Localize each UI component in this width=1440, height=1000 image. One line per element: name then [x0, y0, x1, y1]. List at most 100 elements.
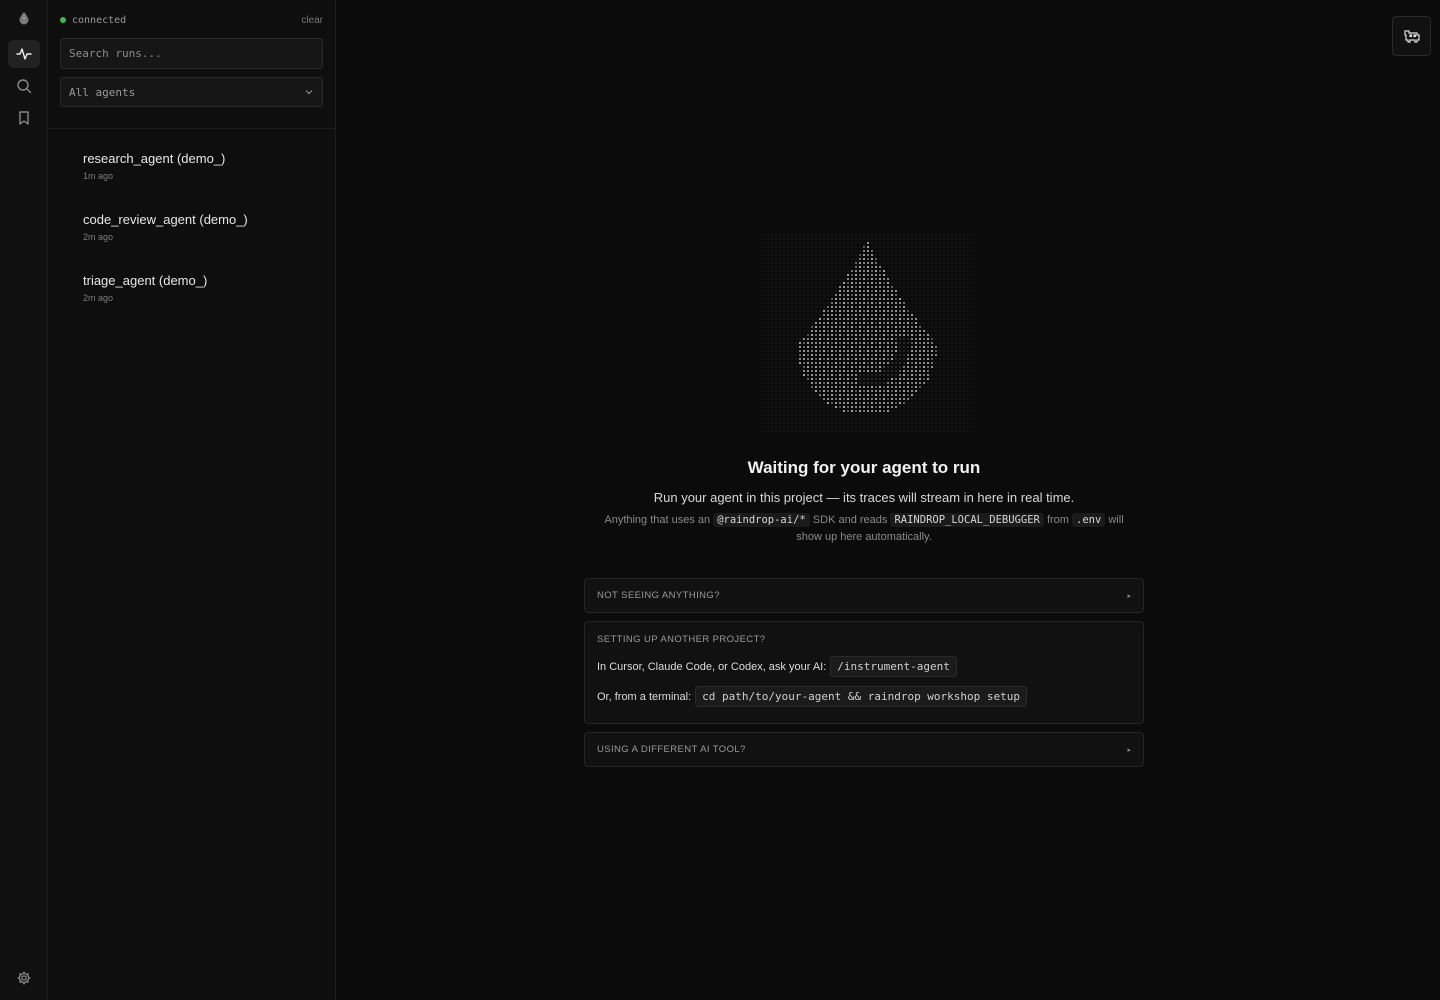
run-list-item[interactable]: triage_agent (demo_) 2m ago [48, 267, 335, 328]
dot-art-cell [907, 350, 909, 352]
dot-art-cell [851, 294, 853, 296]
dot-art-cell [863, 234, 865, 236]
dot-art-cell [879, 370, 881, 372]
dot-art-cell [939, 250, 941, 252]
dot-art-cell [939, 254, 941, 256]
dot-art-cell [859, 286, 861, 288]
dot-art-cell [959, 430, 961, 432]
dot-art-cell [963, 234, 965, 236]
dot-art-cell [915, 422, 917, 424]
dot-art-cell [767, 430, 769, 432]
dot-art-cell [923, 326, 925, 328]
dot-art-cell [907, 410, 909, 412]
dot-art-cell [803, 306, 805, 308]
dot-art-cell [779, 278, 781, 280]
not-seeing-anything-accordion[interactable]: NOT SEEING ANYTHING? ▸ [584, 578, 1144, 613]
dot-art-cell [835, 246, 837, 248]
dot-art-cell [803, 334, 805, 336]
dot-art-cell [927, 362, 929, 364]
dot-art-cell [787, 322, 789, 324]
dot-art-cell [939, 298, 941, 300]
dot-art-cell [879, 366, 881, 368]
mascot-button[interactable] [1392, 16, 1431, 56]
dot-art-cell [915, 378, 917, 380]
dot-art-cell [903, 330, 905, 332]
dot-art-cell [831, 322, 833, 324]
dot-art-cell [807, 326, 809, 328]
dot-art-cell [827, 366, 829, 368]
dot-art-cell [963, 322, 965, 324]
dot-art-cell [931, 406, 933, 408]
instrument-agent-command[interactable]: /instrument-agent [830, 656, 957, 677]
dot-art-cell [867, 238, 869, 240]
dot-art-cell [899, 398, 901, 400]
dot-art-cell [955, 354, 957, 356]
dot-art-cell [935, 430, 937, 432]
dot-art-cell [819, 262, 821, 264]
clear-button[interactable]: clear [301, 15, 323, 26]
dot-art-cell [771, 414, 773, 416]
dot-art-cell [835, 274, 837, 276]
dot-art-cell [879, 234, 881, 236]
dot-art-cell [771, 306, 773, 308]
agent-filter-select[interactable]: All agents [60, 77, 323, 107]
search-runs-input[interactable] [60, 38, 323, 69]
dot-art-cell [883, 374, 885, 376]
dot-art-cell [831, 250, 833, 252]
dot-art-cell [795, 418, 797, 420]
dot-art-cell [959, 346, 961, 348]
activity-icon[interactable] [8, 40, 40, 68]
dot-art-cell [783, 406, 785, 408]
env-file-code: .env [1072, 513, 1106, 527]
terminal-setup-command[interactable]: cd path/to/your-agent && raindrop worksh… [695, 686, 1028, 707]
dot-art-cell [891, 326, 893, 328]
dot-art-cell [923, 306, 925, 308]
dot-art-cell [883, 262, 885, 264]
dot-art-cell [843, 366, 845, 368]
dot-art-cell [867, 270, 869, 272]
dot-art-cell [771, 258, 773, 260]
dot-art-cell [923, 426, 925, 428]
dot-art-cell [863, 398, 865, 400]
dot-art-cell [875, 290, 877, 292]
dot-art-cell [931, 346, 933, 348]
run-list-item[interactable]: research_agent (demo_) 1m ago [48, 145, 335, 206]
bookmark-icon[interactable] [8, 104, 40, 132]
dot-art-cell [827, 398, 829, 400]
dot-art-cell [887, 266, 889, 268]
dot-art-cell [807, 342, 809, 344]
dot-art-cell [827, 378, 829, 380]
dot-art-cell [847, 242, 849, 244]
dot-art-cell [799, 334, 801, 336]
dot-art-cell [899, 290, 901, 292]
dot-art-cell [839, 314, 841, 316]
dot-art-cell [939, 258, 941, 260]
dot-art-cell [799, 314, 801, 316]
dot-art-cell [847, 302, 849, 304]
dot-art-cell [803, 394, 805, 396]
dot-art-cell [807, 362, 809, 364]
dot-art-cell [851, 326, 853, 328]
dot-art-cell [963, 314, 965, 316]
dot-art-cell [863, 254, 865, 256]
dot-art-cell [859, 262, 861, 264]
dot-art-cell [911, 318, 913, 320]
dot-art-cell [919, 418, 921, 420]
dot-art-cell [783, 242, 785, 244]
gear-icon[interactable] [8, 964, 40, 992]
dot-art-cell [935, 402, 937, 404]
run-list-item[interactable]: code_review_agent (demo_) 2m ago [48, 206, 335, 267]
dot-art-cell [767, 242, 769, 244]
dot-art-cell [807, 266, 809, 268]
raindrop-logo-icon[interactable] [8, 4, 40, 32]
search-icon[interactable] [8, 72, 40, 100]
different-ai-tool-accordion[interactable]: USING A DIFFERENT AI TOOL? ▸ [584, 732, 1144, 767]
dot-art-cell [955, 254, 957, 256]
dot-art-cell [939, 294, 941, 296]
dot-art-cell [879, 306, 881, 308]
dot-art-cell [783, 290, 785, 292]
dot-art-cell [791, 318, 793, 320]
dot-art-cell [783, 390, 785, 392]
dot-art-cell [875, 302, 877, 304]
dot-art-cell [919, 390, 921, 392]
